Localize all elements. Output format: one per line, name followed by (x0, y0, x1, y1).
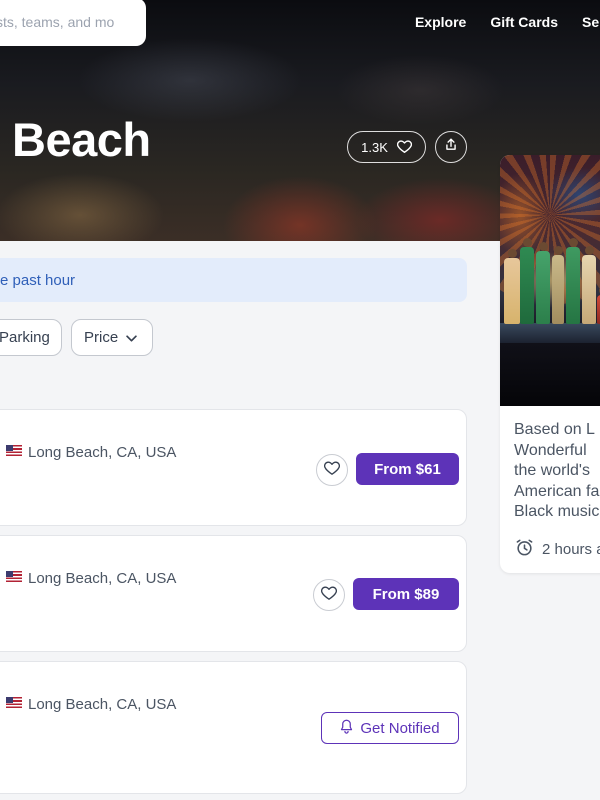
event-location: Long Beach, CA, USA (6, 570, 176, 587)
heart-icon (324, 460, 340, 480)
heart-icon (321, 585, 337, 605)
like-count: 1.3K (361, 139, 388, 155)
news-card-time-text: 2 hours a (542, 541, 600, 558)
news-card-line: American fa (514, 482, 600, 500)
news-card-line: Black music (514, 503, 600, 520)
us-flag-icon (6, 445, 22, 456)
event-location-text: Long Beach, CA, USA (28, 696, 177, 713)
nav-item-sell[interactable]: Se (582, 14, 600, 30)
news-card[interactable]: Based on L Wonderful the world's America… (500, 155, 600, 573)
event-card[interactable]: Long Beach, CA, USA Get Notified (0, 661, 467, 794)
chevron-down-icon (126, 329, 137, 346)
event-card[interactable]: Long Beach, CA, USA From $61 (0, 409, 467, 526)
event-location-text: Long Beach, CA, USA (28, 570, 177, 587)
favorite-button[interactable] (316, 454, 348, 486)
buy-tickets-button[interactable]: From $61 (356, 453, 459, 485)
news-card-image (500, 155, 600, 406)
buy-tickets-button[interactable]: From $89 (353, 578, 459, 610)
news-card-time: 2 hours a (515, 538, 600, 561)
nav-item-explore[interactable]: Explore (415, 14, 466, 30)
filter-parking[interactable]: Parking (0, 319, 62, 356)
nav-item-gift-cards[interactable]: Gift Cards (490, 14, 558, 30)
news-card-line: Wonderful (514, 441, 587, 459)
share-icon (444, 137, 458, 157)
filter-price[interactable]: Price (71, 319, 153, 356)
us-flag-icon (6, 697, 22, 708)
heart-icon (396, 139, 412, 156)
info-banner: e past hour (0, 258, 467, 302)
info-banner-text: e past hour (0, 271, 76, 289)
filter-parking-label: Parking (0, 329, 50, 346)
page-title: Beach (12, 113, 151, 166)
news-card-line: Based on L (514, 421, 595, 438)
alarm-clock-icon (515, 538, 534, 561)
share-button[interactable] (435, 131, 467, 163)
news-card-text: Based on L Wonderful the world's America… (514, 420, 600, 523)
like-button[interactable]: 1.3K (347, 131, 426, 163)
favorite-button[interactable] (313, 579, 345, 611)
bell-icon (340, 719, 353, 738)
top-nav: Explore Gift Cards Se (415, 14, 600, 30)
search-input[interactable]: sts, teams, and mo (0, 0, 146, 46)
event-card[interactable]: Long Beach, CA, USA From $89 (0, 535, 467, 652)
event-location-text: Long Beach, CA, USA (28, 444, 177, 461)
filter-price-label: Price (84, 329, 119, 346)
event-location: Long Beach, CA, USA (6, 444, 176, 461)
search-placeholder: sts, teams, and mo (0, 14, 115, 30)
get-notified-label: Get Notified (360, 719, 440, 737)
get-notified-button[interactable]: Get Notified (321, 712, 459, 744)
event-location: Long Beach, CA, USA (6, 696, 176, 713)
news-card-line: the world's (514, 462, 590, 479)
us-flag-icon (6, 571, 22, 582)
